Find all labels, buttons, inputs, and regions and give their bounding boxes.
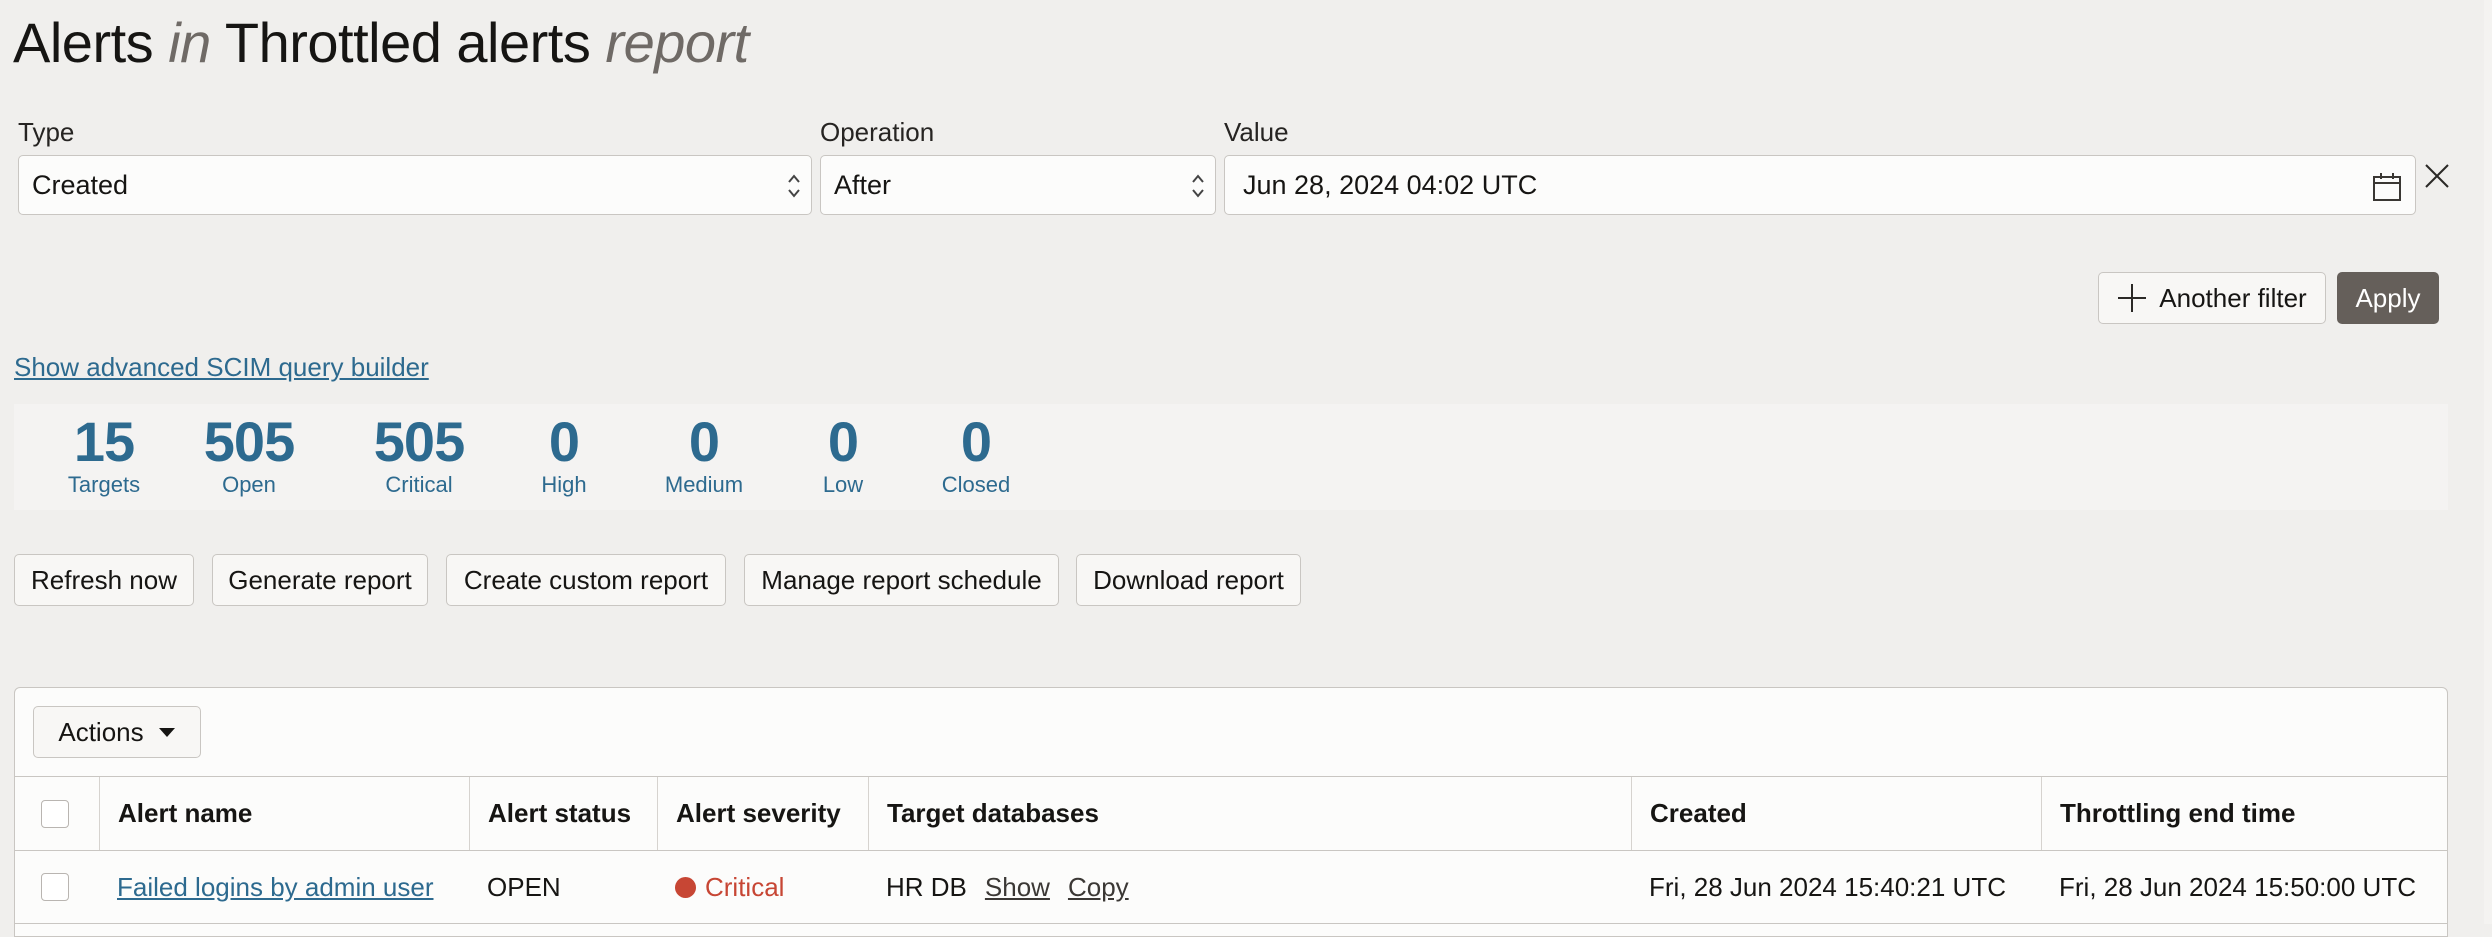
stat-value: 0	[960, 410, 992, 473]
column-header-alert-status[interactable]: Alert status	[469, 777, 657, 850]
type-label: Type	[18, 117, 75, 147]
row-select-cell	[15, 851, 99, 923]
alerts-table-panel: Actions Alert name Alert status Alert se…	[14, 687, 2448, 937]
advanced-scim-query-link[interactable]: Show advanced SCIM query builder	[14, 352, 429, 383]
stat-value: 505	[203, 410, 295, 473]
stat-label: Open	[222, 472, 276, 497]
severity-badge: Critical	[675, 872, 784, 903]
table-row: Failed logins by admin user OPEN Critica…	[15, 850, 2447, 924]
stat-critical[interactable]: 505 Critical	[359, 412, 479, 498]
severity-text: Critical	[705, 871, 785, 902]
create-custom-report-button[interactable]: Create custom report	[446, 554, 726, 606]
stat-label: Critical	[385, 472, 453, 497]
apply-button[interactable]: Apply	[2337, 272, 2439, 324]
target-databases-cell: HR DB Show Copy	[868, 851, 1631, 923]
type-select[interactable]: Created	[18, 155, 812, 215]
type-value: Created	[32, 170, 129, 200]
stat-label: Medium	[664, 472, 744, 497]
stat-value: 0	[688, 410, 720, 473]
alert-name-cell: Failed logins by admin user	[99, 851, 469, 923]
calendar-icon[interactable]	[2372, 172, 2402, 202]
column-header-target-databases[interactable]: Target databases	[868, 777, 1631, 850]
manage-report-schedule-button[interactable]: Manage report schedule	[744, 554, 1059, 606]
alert-status-cell: OPEN	[487, 871, 561, 902]
page-title: Alerts in Throttled alerts report	[13, 10, 749, 75]
stat-closed[interactable]: 0 Closed	[926, 412, 1026, 498]
select-all-checkbox[interactable]	[41, 799, 69, 828]
title-part3: Throttled alerts	[224, 11, 591, 74]
refresh-now-button[interactable]: Refresh now	[14, 554, 194, 606]
critical-dot-icon	[675, 876, 696, 898]
caret-down-icon	[158, 728, 175, 737]
actions-menu-button[interactable]: Actions	[33, 706, 201, 758]
stat-targets[interactable]: 15 Targets	[44, 412, 164, 498]
select-all-cell	[15, 777, 99, 850]
stat-value: 0	[548, 410, 580, 473]
stat-medium[interactable]: 0 Medium	[654, 412, 754, 498]
stat-high[interactable]: 0 High	[514, 412, 614, 498]
alert-severity-cell: Critical	[657, 851, 868, 923]
throttling-end-cell: Fri, 28 Jun 2024 15:50:00 UTC	[2059, 871, 2416, 902]
title-part1: Alerts	[13, 11, 154, 74]
value-label: Value	[1224, 117, 1289, 147]
plus-icon	[2118, 284, 2147, 312]
actions-label: Actions	[58, 716, 144, 747]
stat-label: Targets	[67, 472, 141, 497]
show-targets-link[interactable]: Show	[985, 872, 1050, 903]
download-report-button[interactable]: Download report	[1076, 554, 1301, 606]
stat-value: 15	[73, 410, 135, 473]
remove-filter-close-icon[interactable]	[2424, 163, 2450, 189]
operation-label: Operation	[820, 117, 935, 147]
column-header-created[interactable]: Created	[1631, 777, 2041, 850]
select-spinner-icon	[1192, 174, 1204, 198]
alert-name-link[interactable]: Failed logins by admin user	[117, 872, 434, 903]
generate-report-button[interactable]: Generate report	[212, 554, 428, 606]
copy-targets-link[interactable]: Copy	[1068, 872, 1129, 903]
alert-summary-stats: 15 Targets 505 Open 505 Critical 0 High …	[14, 404, 2448, 510]
stat-value: 505	[373, 410, 465, 473]
column-header-throttling-end-time[interactable]: Throttling end time	[2041, 777, 2447, 850]
operation-select[interactable]: After	[820, 155, 1216, 215]
column-header-alert-name[interactable]: Alert name	[99, 777, 469, 850]
select-spinner-icon	[788, 174, 800, 198]
operation-value: After	[834, 170, 892, 200]
row-checkbox[interactable]	[41, 873, 69, 901]
another-filter-button[interactable]: Another filter	[2098, 272, 2326, 324]
stat-value: 0	[827, 410, 859, 473]
scrollbar-track[interactable]	[2484, 0, 2492, 924]
stat-low[interactable]: 0 Low	[793, 412, 893, 498]
another-filter-label: Another filter	[2159, 282, 2307, 313]
value-text: Jun 28, 2024 04:02 UTC	[1243, 170, 1538, 200]
stat-label: Low	[822, 472, 864, 497]
stat-label: High	[541, 472, 587, 497]
value-date-input[interactable]: Jun 28, 2024 04:02 UTC	[1224, 155, 2416, 215]
stat-open[interactable]: 505 Open	[189, 412, 309, 498]
title-part4: report	[605, 11, 749, 74]
table-header-row: Alert name Alert status Alert severity T…	[15, 776, 2447, 850]
created-cell: Fri, 28 Jun 2024 15:40:21 UTC	[1649, 871, 2006, 902]
title-part2: in	[168, 11, 211, 74]
target-db-name: HR DB	[886, 871, 967, 902]
stat-label: Closed	[941, 472, 1011, 497]
column-header-alert-severity[interactable]: Alert severity	[657, 777, 868, 850]
